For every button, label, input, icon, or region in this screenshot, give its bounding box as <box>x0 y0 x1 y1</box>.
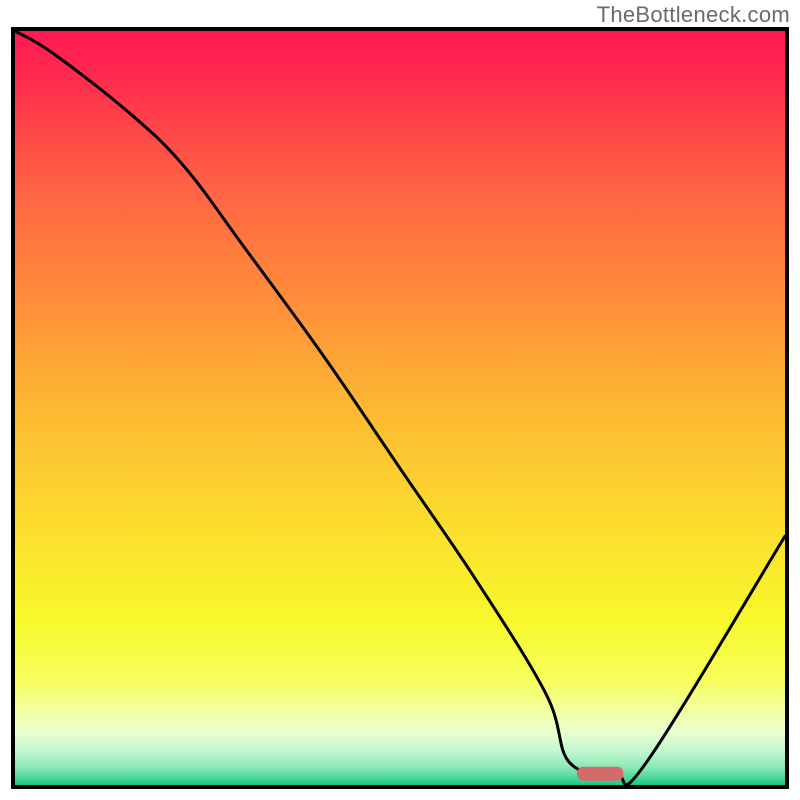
plot-area <box>11 27 789 789</box>
curve-layer <box>15 31 785 785</box>
bottleneck-curve <box>15 31 785 785</box>
chart-frame: TheBottleneck.com <box>0 0 800 800</box>
optimum-marker <box>577 767 623 781</box>
watermark-label: TheBottleneck.com <box>597 2 790 28</box>
